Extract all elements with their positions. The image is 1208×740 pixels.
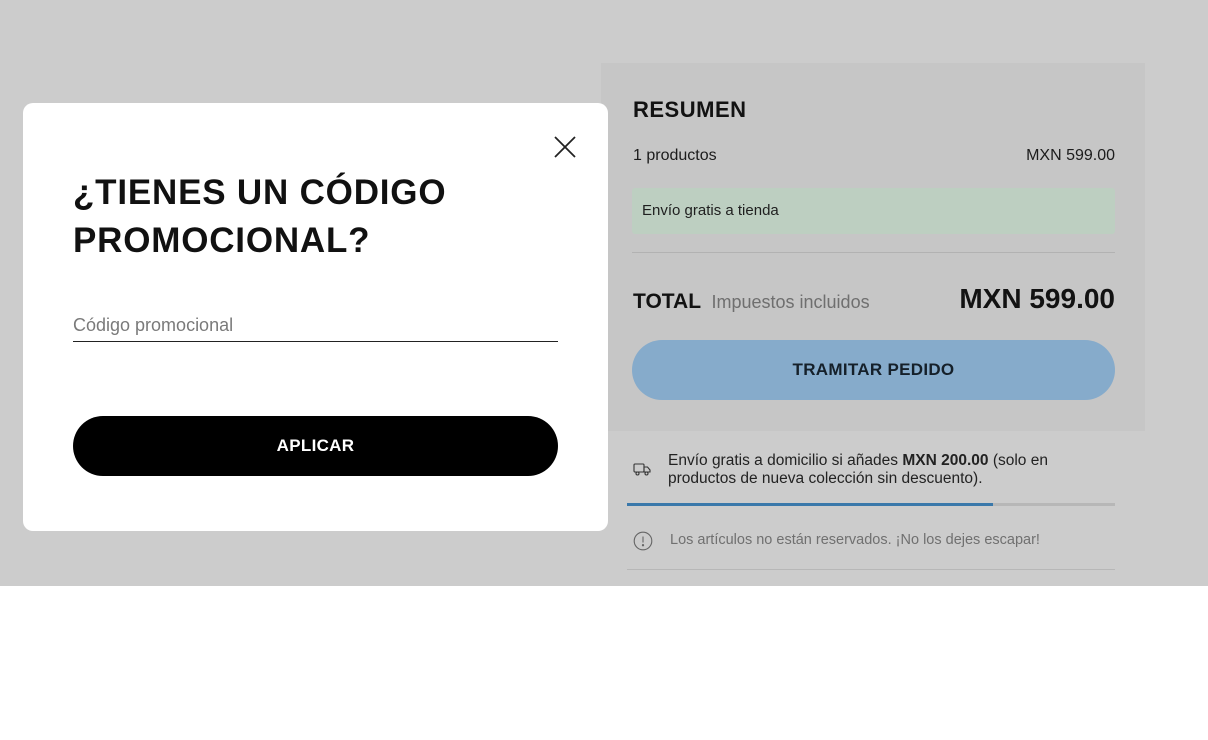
info-icon <box>633 531 653 551</box>
summary-title: RESUMEN <box>633 97 747 122</box>
total-row: TOTAL Impuestos incluidos MXN 599.00 <box>633 283 1115 315</box>
products-count: 1 productos <box>633 147 717 164</box>
close-icon <box>554 136 576 158</box>
free-shipping-text: Envío gratis a domicilio si añades MXN 2… <box>668 452 1108 488</box>
order-summary-panel: RESUMEN 1 productos MXN 599.00 Envío gra… <box>601 63 1145 431</box>
free-shipping-amount: MXN 200.00 <box>902 452 989 469</box>
total-label: TOTAL <box>633 290 702 313</box>
total-value: MXN 599.00 <box>959 283 1115 314</box>
promo-code-modal: ¿TIENES UN CÓDIGO PROMOCIONAL? APLICAR <box>23 103 608 531</box>
store-shipping-note: Envío gratis a tienda <box>632 188 1115 234</box>
products-row: 1 productos MXN 599.00 <box>633 147 1115 165</box>
progress-fill <box>627 503 993 506</box>
modal-title: ¿TIENES UN CÓDIGO PROMOCIONAL? <box>73 173 447 260</box>
checkout-button[interactable]: TRAMITAR PEDIDO <box>632 340 1115 400</box>
notice-text: Los artículos no están reservados. ¡No l… <box>670 532 1040 548</box>
products-price: MXN 599.00 <box>1026 147 1115 164</box>
reservation-notice: Los artículos no están reservados. ¡No l… <box>633 530 1115 552</box>
promo-code-input[interactable] <box>73 309 558 342</box>
free-shipping-text-before: Envío gratis a domicilio si añades <box>668 452 903 469</box>
divider <box>627 569 1115 570</box>
taxes-included-label: Impuestos incluidos <box>711 292 870 312</box>
truck-icon <box>633 463 651 476</box>
apply-button[interactable]: APLICAR <box>73 416 558 476</box>
free-shipping-progress <box>627 503 1115 506</box>
divider <box>632 252 1115 253</box>
close-button[interactable] <box>551 133 579 161</box>
